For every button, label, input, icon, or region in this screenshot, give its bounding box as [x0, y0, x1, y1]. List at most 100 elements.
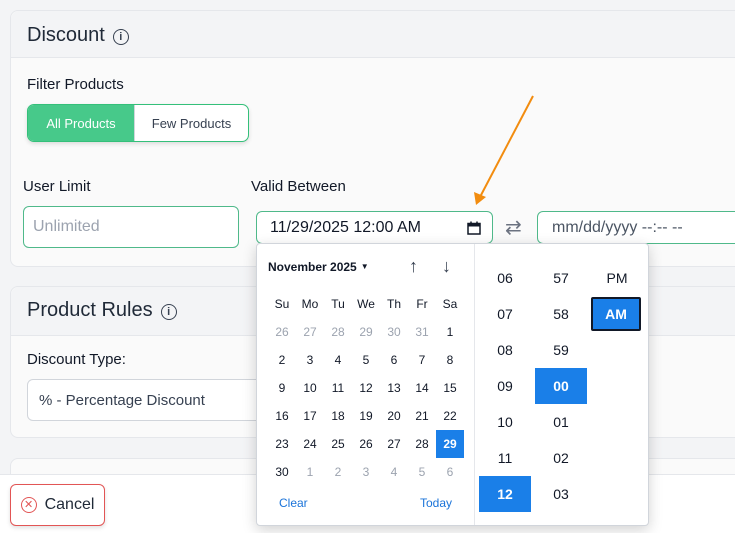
hour-option[interactable]: 08: [479, 332, 531, 368]
filter-products-label: Filter Products: [27, 76, 124, 93]
calendar-day[interactable]: 9: [268, 374, 296, 402]
calendar-day[interactable]: 8: [436, 346, 464, 374]
swap-icon[interactable]: ⇄: [505, 215, 522, 240]
calendar-day[interactable]: 3: [352, 458, 380, 486]
calendar-day[interactable]: 25: [324, 430, 352, 458]
valid-between-label: Valid Between: [251, 178, 346, 195]
calendar-day[interactable]: 4: [324, 346, 352, 374]
calendar-day[interactable]: 19: [352, 402, 380, 430]
discount-type-value: % - Percentage Discount: [39, 391, 205, 409]
calendar-day[interactable]: 24: [296, 430, 324, 458]
calendar-day[interactable]: 7: [408, 346, 436, 374]
minute-option[interactable]: 58: [535, 296, 587, 332]
start-datetime-value: 11/29/2025 12:00 AM: [270, 218, 421, 236]
calendar-day[interactable]: 17: [296, 402, 324, 430]
minute-option[interactable]: 57: [535, 260, 587, 296]
today-button[interactable]: Today: [420, 496, 452, 510]
user-limit-label: User Limit: [23, 178, 91, 195]
calendar-day[interactable]: 2: [268, 346, 296, 374]
end-datetime-placeholder: mm/dd/yyyy --:-- --: [552, 218, 683, 236]
calendar-day[interactable]: 26: [268, 318, 296, 346]
cancel-label: Cancel: [44, 496, 95, 513]
calendar-day[interactable]: 18: [324, 402, 352, 430]
calendar-day[interactable]: 30: [380, 318, 408, 346]
calendar-day[interactable]: 1: [436, 318, 464, 346]
hour-option[interactable]: 11: [479, 440, 531, 476]
hour-option[interactable]: 10: [479, 404, 531, 440]
cancel-button[interactable]: ✕ Cancel: [10, 484, 105, 526]
calendar-day[interactable]: 5: [408, 458, 436, 486]
minute-option[interactable]: 03: [535, 476, 587, 512]
calendar-day[interactable]: 28: [324, 318, 352, 346]
weekday-header: Tu: [331, 297, 345, 311]
discount-title-text: Discount: [27, 24, 105, 46]
discount-title: Discount i: [27, 24, 129, 47]
calendar-day[interactable]: 21: [408, 402, 436, 430]
calendar-icon[interactable]: [467, 221, 481, 235]
weekday-header: Mo: [301, 297, 319, 311]
calendar-day[interactable]: 12: [352, 374, 380, 402]
discount-type-label: Discount Type:: [27, 351, 126, 368]
minute-option[interactable]: 01: [535, 404, 587, 440]
calendar-day[interactable]: 1: [296, 458, 324, 486]
calendar-day[interactable]: 6: [380, 346, 408, 374]
minute-option[interactable]: 00: [535, 368, 587, 404]
weekday-header: Th: [386, 297, 401, 311]
calendar-day[interactable]: 22: [436, 402, 464, 430]
month-year-dropdown[interactable]: November 2025 ▼: [268, 260, 369, 274]
calendar-day[interactable]: 30: [268, 458, 296, 486]
calendar-day[interactable]: 14: [408, 374, 436, 402]
user-limit-input[interactable]: Unlimited: [23, 206, 239, 248]
ampm-option-selected[interactable]: AM: [591, 297, 641, 331]
calendar-day[interactable]: 23: [268, 430, 296, 458]
calendar-day[interactable]: 28: [408, 430, 436, 458]
few-products-button[interactable]: Few Products: [134, 105, 248, 141]
calendar-day[interactable]: 27: [380, 430, 408, 458]
filter-products-toggle: All Products Few Products: [27, 104, 249, 142]
weekday-header: Su: [274, 297, 290, 311]
calendar-day[interactable]: 20: [380, 402, 408, 430]
calendar-day[interactable]: 15: [436, 374, 464, 402]
all-products-button[interactable]: All Products: [28, 105, 134, 141]
caret-down-icon: ▼: [360, 262, 369, 271]
hour-option[interactable]: 12: [479, 476, 531, 512]
minute-option[interactable]: 02: [535, 440, 587, 476]
calendar-day[interactable]: 6: [436, 458, 464, 486]
info-icon[interactable]: i: [160, 303, 177, 320]
calendar-day[interactable]: 2: [324, 458, 352, 486]
calendar-day[interactable]: 10: [296, 374, 324, 402]
calendar-day[interactable]: 11: [324, 374, 352, 402]
weekday-header: Sa: [442, 297, 458, 311]
calendar-day[interactable]: 16: [268, 402, 296, 430]
user-limit-placeholder: Unlimited: [33, 218, 100, 235]
calendar-day[interactable]: 4: [380, 458, 408, 486]
hour-option[interactable]: 06: [479, 260, 531, 296]
start-datetime-input[interactable]: 11/29/2025 12:00 AM: [256, 211, 493, 244]
product-rules-title-text: Product Rules: [27, 299, 153, 321]
datetime-picker-popup: November 2025 ▼ ↑ ↓ Su Mo Tu We Th Fr Sa 26 27 28 2…: [256, 243, 649, 526]
hour-option[interactable]: 07: [479, 296, 531, 332]
picker-divider: [474, 244, 475, 525]
weekday-header: Fr: [416, 297, 428, 311]
end-datetime-input[interactable]: mm/dd/yyyy --:-- --: [537, 211, 735, 244]
calendar-day[interactable]: 26: [352, 430, 380, 458]
calendar-day[interactable]: 27: [296, 318, 324, 346]
next-month-arrow-icon[interactable]: ↓: [442, 256, 451, 277]
info-icon[interactable]: i: [112, 28, 129, 45]
product-rules-title: Product Rules i: [27, 299, 177, 322]
calendar-day[interactable]: 29: [436, 430, 464, 458]
calendar-panel: November 2025 ▼ ↑ ↓ Su Mo Tu We Th Fr Sa 26 27 28 2…: [257, 244, 474, 525]
clear-button[interactable]: Clear: [279, 496, 308, 510]
calendar-day[interactable]: 29: [352, 318, 380, 346]
calendar-day[interactable]: 31: [408, 318, 436, 346]
minute-option[interactable]: 59: [535, 332, 587, 368]
weekday-header: We: [357, 297, 375, 311]
calendar-day[interactable]: 5: [352, 346, 380, 374]
previous-month-arrow-icon[interactable]: ↑: [409, 256, 418, 277]
hour-option[interactable]: 09: [479, 368, 531, 404]
discount-type-select[interactable]: % - Percentage Discount: [27, 379, 287, 421]
calendar-day[interactable]: 3: [296, 346, 324, 374]
ampm-option[interactable]: PM: [591, 260, 643, 296]
month-year-label: November 2025: [268, 260, 357, 274]
calendar-day[interactable]: 13: [380, 374, 408, 402]
